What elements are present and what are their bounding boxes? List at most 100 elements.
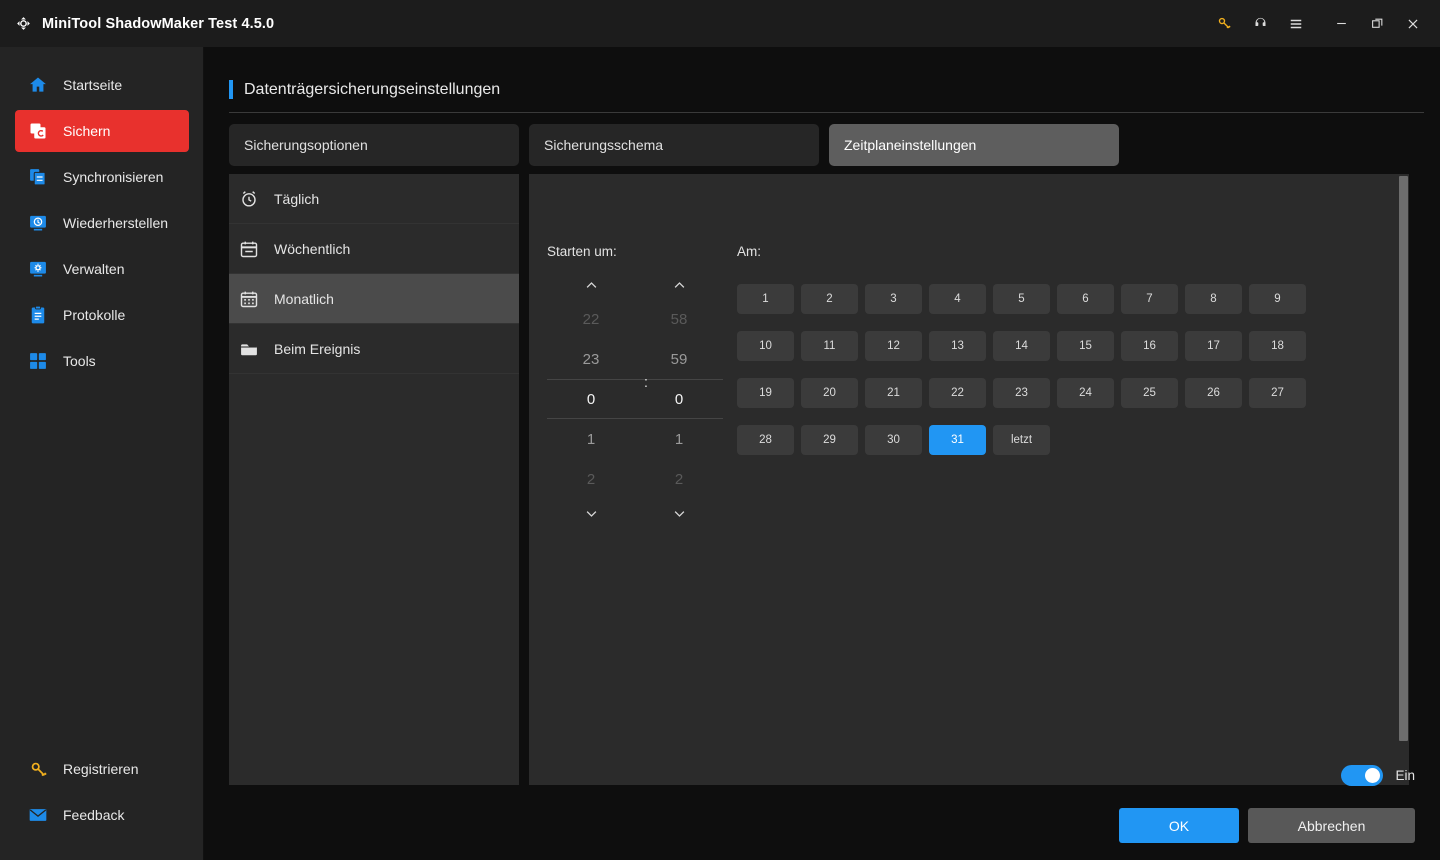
day-button-21[interactable]: 21 (865, 378, 922, 408)
headset-icon[interactable] (1242, 0, 1278, 47)
day-button-26[interactable]: 26 (1185, 378, 1242, 408)
day-button-24[interactable]: 24 (1057, 378, 1114, 408)
hour-value[interactable]: 1 (547, 419, 635, 459)
hour-value[interactable]: 2 (547, 459, 635, 499)
day-button-19[interactable]: 19 (737, 378, 794, 408)
sidebar-item-tools[interactable]: Tools (15, 340, 189, 382)
hour-value[interactable]: 22 (547, 299, 635, 339)
day-button-13[interactable]: 13 (929, 331, 986, 361)
tab-sicherungsoptionen[interactable]: Sicherungsoptionen (229, 124, 519, 166)
menu-icon[interactable] (1278, 0, 1314, 47)
sidebar-item-feedback[interactable]: Feedback (15, 794, 189, 836)
day-button-20[interactable]: 20 (801, 378, 858, 408)
day-button-8[interactable]: 8 (1185, 284, 1242, 314)
chevron-down-icon[interactable] (635, 499, 723, 527)
sidebar-item-synchronisieren[interactable]: Synchronisieren (15, 156, 189, 198)
minute-values: 58 59 0 1 2 (635, 299, 723, 499)
time-spinners: 22 23 0 1 2 58 59 0 1 2 (547, 271, 723, 527)
tab-sicherungsschema[interactable]: Sicherungsschema (529, 124, 819, 166)
day-button-6[interactable]: 6 (1057, 284, 1114, 314)
home-icon (27, 74, 49, 96)
tab-label: Zeitplaneinstellungen (844, 137, 977, 153)
day-button-29[interactable]: 29 (801, 425, 858, 455)
sidebar-item-wiederherstellen[interactable]: Wiederherstellen (15, 202, 189, 244)
content-area: Datenträgersicherungseinstellungen Siche… (204, 47, 1440, 860)
schedule-type-woechentlich[interactable]: Wöchentlich (229, 224, 519, 274)
sidebar: Startseite Sichern Synchronisieren Wiede… (0, 47, 204, 860)
page-title: Datenträgersicherungseinstellungen (244, 80, 501, 98)
tools-grid-icon (27, 350, 49, 372)
hour-value-selected[interactable]: 0 (547, 379, 635, 419)
sidebar-nav: Startseite Sichern Synchronisieren Wiede… (0, 60, 204, 386)
schedule-type-label: Täglich (274, 190, 320, 207)
minute-value[interactable]: 58 (635, 299, 723, 339)
chevron-down-icon[interactable] (547, 499, 635, 527)
sidebar-item-registrieren[interactable]: Registrieren (15, 748, 189, 790)
ok-button[interactable]: OK (1119, 808, 1239, 843)
schedule-type-beim-ereignis[interactable]: Beim Ereignis (229, 324, 519, 374)
hour-value[interactable]: 23 (547, 339, 635, 379)
day-button-27[interactable]: 27 (1249, 378, 1306, 408)
restore-icon[interactable] (1359, 0, 1395, 47)
tab-zeitplaneinstellungen[interactable]: Zeitplaneinstellungen (829, 124, 1119, 166)
day-button-1[interactable]: 1 (737, 284, 794, 314)
chevron-up-icon[interactable] (635, 271, 723, 299)
dialog-buttons: OK Abbrechen (1119, 808, 1415, 843)
panel-scrollbar-thumb[interactable] (1399, 176, 1408, 741)
calendar-grid-icon (238, 288, 260, 310)
close-icon[interactable] (1395, 0, 1431, 47)
day-button-17[interactable]: 17 (1185, 331, 1242, 361)
sidebar-item-startseite[interactable]: Startseite (15, 64, 189, 106)
day-button-2[interactable]: 2 (801, 284, 858, 314)
shadowmaker-logo-icon (13, 14, 33, 34)
day-button-18[interactable]: 18 (1249, 331, 1306, 361)
window-controls (1206, 0, 1440, 47)
day-button-11[interactable]: 11 (801, 331, 858, 361)
schedule-toggle-switch[interactable] (1341, 765, 1384, 786)
calendar-icon (238, 238, 260, 260)
sidebar-bottom-nav: Registrieren Feedback (0, 744, 204, 840)
day-button-16[interactable]: 16 (1121, 331, 1178, 361)
schedule-type-monatlich[interactable]: Monatlich (229, 274, 519, 324)
day-button-30[interactable]: 30 (865, 425, 922, 455)
day-button-3[interactable]: 3 (865, 284, 922, 314)
day-button-23[interactable]: 23 (993, 378, 1050, 408)
day-button-25[interactable]: 25 (1121, 378, 1178, 408)
day-button-31[interactable]: 31 (929, 425, 986, 455)
hour-values: 22 23 0 1 2 (547, 299, 635, 499)
day-button-5[interactable]: 5 (993, 284, 1050, 314)
day-button-12[interactable]: 12 (865, 331, 922, 361)
key-icon[interactable] (1206, 0, 1242, 47)
minute-value[interactable]: 59 (635, 339, 723, 379)
folder-icon (238, 338, 260, 360)
sidebar-item-label: Feedback (63, 807, 125, 823)
day-button-4[interactable]: 4 (929, 284, 986, 314)
day-button-22[interactable]: 22 (929, 378, 986, 408)
cancel-button[interactable]: Abbrechen (1248, 808, 1415, 843)
day-selector-label: Am: (737, 244, 762, 259)
day-button-28[interactable]: 28 (737, 425, 794, 455)
schedule-type-label: Wöchentlich (274, 240, 351, 257)
start-time-label: Starten um: (547, 244, 617, 259)
schedule-detail-panel: Starten um: 22 23 0 1 2 58 59 0 1 2: Am… (529, 174, 1409, 785)
chevron-up-icon[interactable] (547, 271, 635, 299)
minimize-icon[interactable] (1323, 0, 1359, 47)
window-title: MiniTool ShadowMaker Test 4.5.0 (42, 15, 275, 32)
sidebar-item-verwalten[interactable]: Verwalten (15, 248, 189, 290)
day-button-14[interactable]: 14 (993, 331, 1050, 361)
schedule-type-taeglich[interactable]: Täglich (229, 174, 519, 224)
sidebar-item-protokolle[interactable]: Protokolle (15, 294, 189, 336)
schedule-type-label: Monatlich (274, 290, 334, 307)
day-button-9[interactable]: 9 (1249, 284, 1306, 314)
day-button-10[interactable]: 10 (737, 331, 794, 361)
sidebar-item-sichern[interactable]: Sichern (15, 110, 189, 152)
sidebar-item-label: Sichern (63, 123, 111, 139)
panel-scrollbar-track[interactable] (1398, 174, 1409, 785)
manage-gear-monitor-icon (27, 258, 49, 280)
minute-value[interactable]: 1 (635, 419, 723, 459)
day-button-15[interactable]: 15 (1057, 331, 1114, 361)
day-button-7[interactable]: 7 (1121, 284, 1178, 314)
day-button-letzt[interactable]: letzt (993, 425, 1050, 455)
tab-label: Sicherungsschema (544, 137, 664, 153)
minute-value[interactable]: 2 (635, 459, 723, 499)
